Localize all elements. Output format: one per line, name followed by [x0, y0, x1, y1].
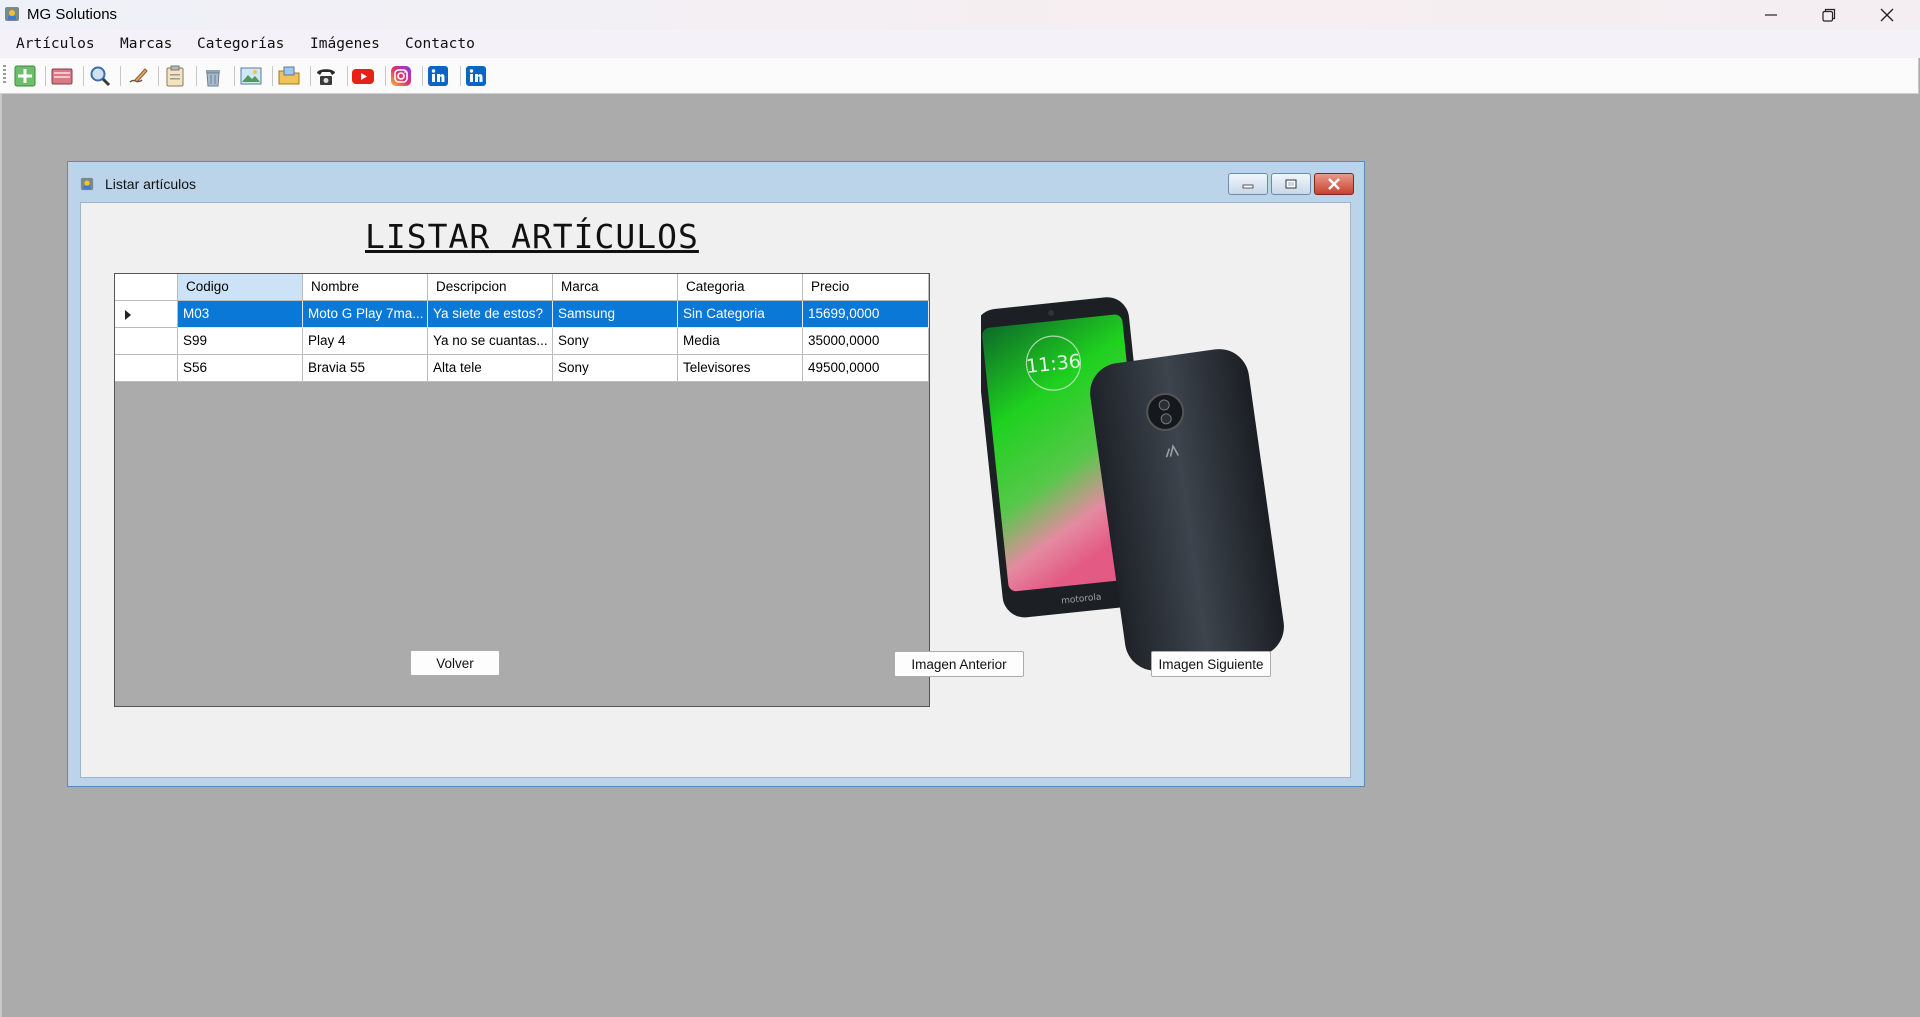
back-button[interactable]: Volver [410, 650, 500, 676]
child-window-icon [80, 177, 94, 191]
child-maximize-button[interactable] [1271, 173, 1311, 195]
child-client-area: LISTAR ARTÍCULOS Codigo Nombre Descripci… [80, 202, 1351, 778]
delete-article-button[interactable] [201, 64, 225, 88]
article-image: 11:36 motorola [974, 293, 1311, 673]
cell-descripcion[interactable]: Ya siete de estos? [428, 301, 553, 328]
linkedin-icon [428, 66, 448, 86]
restore-icon [1822, 8, 1836, 22]
column-header-nombre[interactable]: Nombre [303, 274, 428, 301]
cell-precio[interactable]: 15699,0000 [803, 301, 929, 328]
mdi-left-border [0, 94, 2, 1017]
menu-marcas[interactable]: Marcas [120, 36, 172, 52]
row-selector[interactable] [115, 328, 178, 355]
minimize-icon [1242, 184, 1254, 189]
menu-contacto[interactable]: Contacto [405, 36, 475, 52]
edit-article-button[interactable] [126, 64, 150, 88]
column-header-codigo[interactable]: Codigo [178, 274, 303, 301]
linkedin-button-1[interactable] [426, 64, 450, 88]
add-icon [14, 65, 36, 87]
app-title: MG Solutions [27, 6, 118, 23]
cell-categoria[interactable]: Sin Categoria [678, 301, 803, 328]
column-header-precio[interactable]: Precio [803, 274, 929, 301]
table-row[interactable]: S56 Bravia 55 Alta tele Sony Televisores… [115, 355, 929, 382]
cell-nombre[interactable]: Play 4 [303, 328, 428, 355]
minimize-button[interactable] [1742, 0, 1800, 29]
close-icon [1328, 178, 1340, 190]
search-icon [90, 66, 111, 87]
child-close-button[interactable] [1314, 173, 1354, 195]
cell-marca[interactable]: Sony [553, 355, 678, 382]
menu-categorias[interactable]: Categorías [197, 36, 284, 52]
cell-nombre[interactable]: Bravia 55 [303, 355, 428, 382]
app-logo-icon [5, 7, 19, 21]
close-icon [1880, 8, 1894, 21]
trash-icon [206, 70, 220, 87]
row-selector[interactable] [115, 355, 178, 382]
cell-descripcion[interactable]: Ya no se cuantas... [428, 328, 553, 355]
child-minimize-button[interactable] [1228, 173, 1268, 195]
row-header-corner[interactable] [115, 274, 178, 301]
detail-article-button[interactable] [163, 64, 187, 88]
cell-nombre[interactable]: Moto G Play 7ma... [303, 301, 428, 328]
column-header-marca[interactable]: Marca [553, 274, 678, 301]
app-title-bar[interactable]: MG Solutions [0, 0, 1920, 29]
column-header-descripcion[interactable]: Descripcion [428, 274, 553, 301]
listar-articulos-window[interactable]: Listar artículos LISTAR ARTÍCULOS Codigo… [67, 161, 1365, 787]
row-selector[interactable] [115, 301, 178, 328]
folder-icon [278, 66, 300, 85]
current-row-arrow-icon [125, 310, 131, 320]
add-article-button[interactable] [13, 64, 37, 88]
cell-precio[interactable]: 49500,0000 [803, 355, 929, 382]
previous-image-button[interactable]: Imagen Anterior [894, 651, 1024, 677]
articles-table[interactable]: Codigo Nombre Descripcion Marca Categori… [114, 273, 930, 707]
restore-button[interactable] [1800, 0, 1858, 29]
open-folder-button[interactable] [277, 64, 301, 88]
page-title: LISTAR ARTÍCULOS [365, 217, 699, 256]
contact-phone-button[interactable] [314, 64, 338, 88]
toolbar [0, 58, 1919, 94]
cell-categoria[interactable]: Media [678, 328, 803, 355]
column-header-categoria[interactable]: Categoria [678, 274, 803, 301]
search-article-button[interactable] [88, 64, 112, 88]
list-articles-button[interactable] [50, 64, 74, 88]
table-header-row: Codigo Nombre Descripcion Marca Categori… [115, 274, 929, 301]
phone-icon [317, 69, 335, 85]
instagram-button[interactable] [389, 64, 413, 88]
linkedin-icon [466, 66, 486, 86]
images-button[interactable] [239, 64, 263, 88]
cell-marca[interactable]: Sony [553, 328, 678, 355]
cell-codigo[interactable]: M03 [178, 301, 303, 328]
image-icon [240, 67, 262, 85]
cell-precio[interactable]: 35000,0000 [803, 328, 929, 355]
minimize-icon [1765, 13, 1777, 16]
restore-icon [1285, 179, 1297, 189]
edit-icon [129, 68, 148, 83]
menu-articulos[interactable]: Artículos [16, 36, 95, 52]
child-window-title: Listar artículos [105, 176, 197, 192]
card-icon [51, 68, 73, 85]
phone-image-drawing: 11:36 motorola [974, 297, 1284, 671]
youtube-button[interactable] [351, 64, 375, 88]
table-row[interactable]: S99 Play 4 Ya no se cuantas... Sony Medi… [115, 328, 929, 355]
next-image-button[interactable]: Imagen Siguiente [1151, 651, 1271, 677]
cell-descripcion[interactable]: Alta tele [428, 355, 553, 382]
cell-codigo[interactable]: S56 [178, 355, 303, 382]
clipboard-icon [166, 65, 184, 87]
cell-codigo[interactable]: S99 [178, 328, 303, 355]
menu-imagenes[interactable]: Imágenes [310, 36, 380, 52]
youtube-icon [352, 69, 374, 84]
linkedin-button-2[interactable] [464, 64, 488, 88]
table-row[interactable]: M03 Moto G Play 7ma... Ya siete de estos… [115, 301, 929, 328]
close-button[interactable] [1858, 0, 1916, 29]
toolbar-grip[interactable] [3, 65, 6, 85]
cell-categoria[interactable]: Televisores [678, 355, 803, 382]
instagram-icon [391, 66, 411, 86]
menu-bar: Artículos Marcas Categorías Imágenes Con… [0, 29, 1920, 58]
cell-marca[interactable]: Samsung [553, 301, 678, 328]
